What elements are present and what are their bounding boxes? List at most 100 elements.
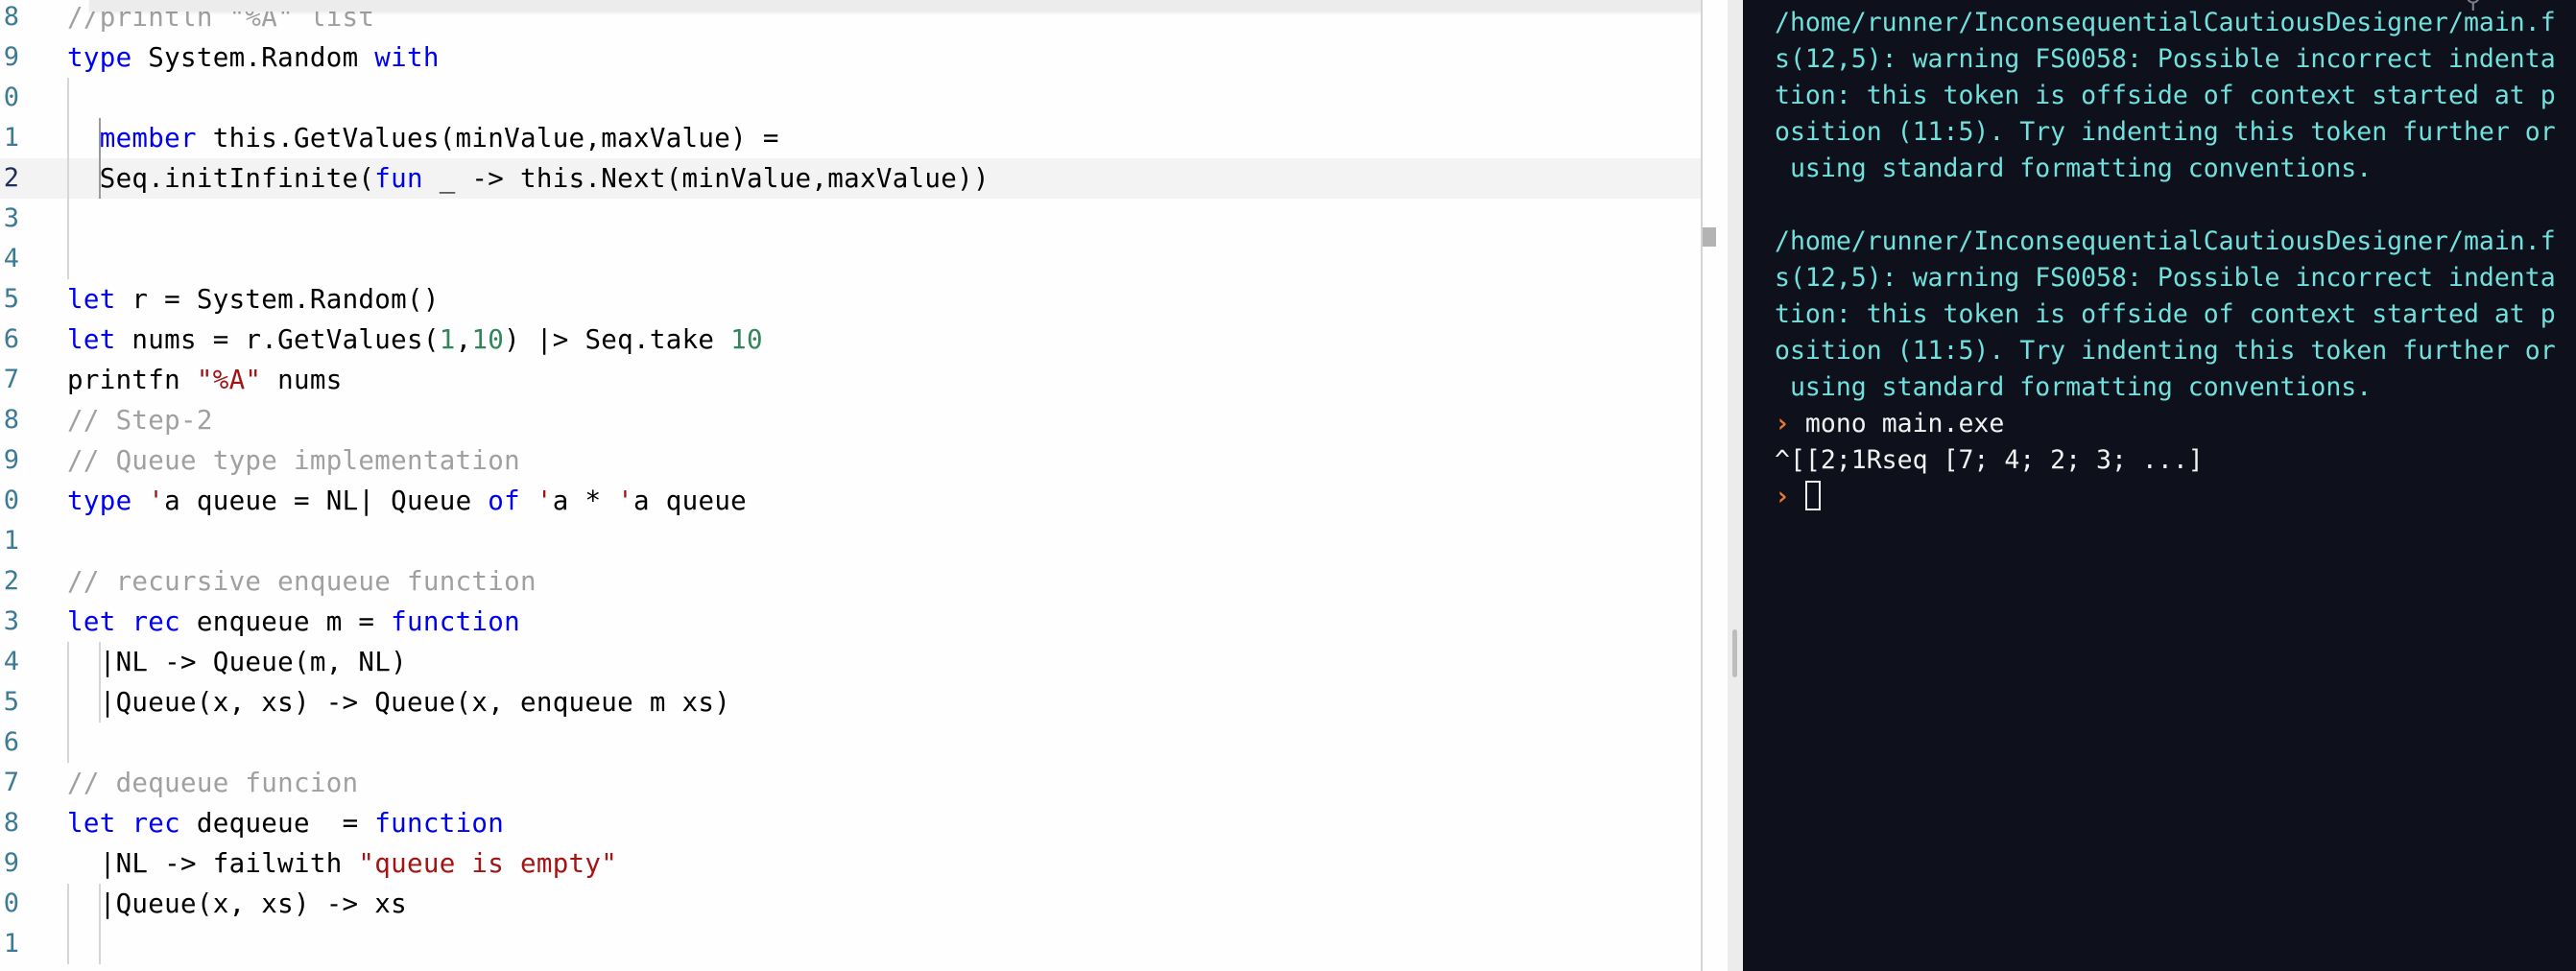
token-kw: fun (374, 163, 423, 194)
token-str: "%A" (196, 365, 262, 395)
code-line[interactable]: 6 let nums = r.GetValues(1,10) |> Seq.tak… (0, 320, 1701, 360)
code-line[interactable]: 9 |NL -> failwith "queue is empty" (0, 843, 1701, 884)
line-text: |Queue(x, xs) -> xs (67, 884, 407, 924)
line-number: 9 (3, 848, 19, 878)
indent-guide (99, 118, 101, 199)
token: nums = r.GetValues( (115, 324, 440, 355)
line-number: 1 (3, 123, 19, 153)
editor-scrollbar-thumb[interactable] (1703, 227, 1716, 247)
line-text: type 'a queue = NL| Queue of 'a * 'a que… (67, 481, 747, 521)
token-kw: type (67, 42, 132, 73)
line-number: 8 (3, 2, 19, 32)
code-line[interactable]: 6 (0, 722, 1701, 763)
editor-overview-ruler[interactable] (1703, 0, 1728, 971)
console-text: s(12,5): warning FS0058: Possible incorr… (1775, 44, 2556, 74)
code-line[interactable]: 9 type System.Random with (0, 37, 1701, 78)
line-text: // Queue type implementation (67, 440, 520, 481)
line-text: let rec enqueue m = function (67, 602, 520, 642)
code-line[interactable]: 9 // Queue type implementation (0, 440, 1701, 481)
sticky-scroll-header (89, 0, 1701, 12)
token: , (455, 324, 472, 355)
code-line[interactable]: 0 type 'a queue = NL| Queue of 'a * 'a qu… (0, 481, 1701, 521)
line-number: 8 (3, 808, 19, 838)
token: a queue = NL| Queue (164, 486, 489, 516)
line-number: 9 (3, 445, 19, 475)
console-line: /home/runner/InconsequentialCautiousDesi… (1775, 5, 2556, 41)
token-tick: ' (536, 486, 553, 516)
token-cmt: // dequeue funcion (67, 768, 359, 798)
token: |NL -> failwith (67, 848, 359, 879)
token-kw: let (67, 808, 116, 839)
prompt-chevron-icon: › (1775, 409, 1805, 438)
console-text: s(12,5): warning FS0058: Possible incorr… (1775, 263, 2556, 293)
line-number: 8 (3, 405, 19, 435)
code-line[interactable]: 3 (0, 199, 1701, 239)
console-line: s(12,5): warning FS0058: Possible incorr… (1775, 41, 2556, 78)
token-num: 1 (439, 324, 456, 355)
code-editor[interactable]: 8//println "%A" list 9 type System.Random … (0, 0, 1703, 971)
code-line[interactable]: 2 // recursive enqueue function (0, 561, 1701, 602)
code-line[interactable]: 3 let rec enqueue m = function (0, 602, 1701, 642)
prompt-chevron-icon: › (1775, 482, 1805, 511)
token-kw: with (374, 42, 440, 73)
token-cmt: // Step-2 (67, 405, 213, 436)
line-text: Seq.initInfinite(fun _ -> this.Next(minV… (67, 158, 990, 199)
token: ) |> Seq.take (504, 324, 731, 355)
token-kw: rec (131, 808, 181, 839)
line-text: // dequeue funcion (67, 763, 358, 803)
console-line: tion: this token is offside of context s… (1775, 296, 2556, 333)
console-line: osition (11:5). Try indenting this token… (1775, 114, 2556, 151)
line-number: 1 (3, 929, 19, 959)
code-line[interactable]: 1 (0, 521, 1701, 561)
line-number: 6 (3, 324, 19, 354)
token: |NL -> Queue(m, NL) (67, 647, 407, 677)
console-line: osition (11:5). Try indenting this token… (1775, 333, 2556, 369)
line-text: let rec dequeue = function (67, 803, 504, 843)
code-line[interactable]: 5 |Queue(x, xs) -> Queue(x, enqueue m xs… (0, 682, 1701, 722)
token: printfn (67, 365, 197, 395)
console-line: › (1775, 479, 1821, 515)
token: |Queue(x, xs) -> Queue(x, enqueue m xs) (67, 687, 731, 718)
code-line[interactable]: 0 |Queue(x, xs) -> xs (0, 884, 1701, 924)
token: enqueue m = (180, 606, 392, 637)
code-line[interactable]: 2 Seq.initInfinite(fun _ -> this.Next(mi… (0, 158, 1701, 199)
console-text: ^[[2;1Rseq [7; 4; 2; 3; ...] (1775, 445, 2204, 475)
pane-split-gutter[interactable] (1728, 0, 1743, 971)
code-line[interactable]: 1 member this.GetValues(minValue,maxValu… (0, 118, 1701, 158)
terminal-cursor[interactable] (1804, 481, 1821, 510)
indent-guide (67, 78, 69, 279)
token: System.Random (131, 42, 375, 73)
line-text: type System.Random with (67, 37, 440, 78)
code-line[interactable]: 1 (0, 924, 1701, 964)
code-line[interactable]: 4 (0, 239, 1701, 279)
line-number: 1 (3, 526, 19, 556)
line-number: 5 (3, 687, 19, 717)
console-panel[interactable]: ⚲ ▬ /home/runner/InconsequentialCautious… (1743, 0, 2576, 971)
line-text: // recursive enqueue function (67, 561, 537, 602)
token: nums (261, 365, 343, 395)
line-text: // Step-2 (67, 400, 213, 440)
line-number: 5 (3, 284, 19, 314)
code-line[interactable]: 7 printfn "%A" nums (0, 360, 1701, 400)
line-text: |NL -> failwith "queue is empty" (67, 843, 617, 884)
console-text: osition (11:5). Try indenting this token… (1775, 336, 2556, 366)
code-line[interactable]: 0 (0, 78, 1701, 118)
resize-handle[interactable] (1732, 629, 1737, 677)
token-str: "queue is empty" (358, 848, 618, 879)
code-line[interactable]: 8 let rec dequeue = function (0, 803, 1701, 843)
line-number: 2 (3, 163, 19, 193)
code-line[interactable]: 7 // dequeue funcion (0, 763, 1701, 803)
token-kw: let (67, 606, 116, 637)
code-line[interactable]: 8 // Step-2 (0, 400, 1701, 440)
code-line[interactable]: 5 let r = System.Random() (0, 279, 1701, 320)
console-text: /home/runner/InconsequentialCautiousDesi… (1775, 8, 2556, 37)
token: a queue (633, 486, 748, 516)
line-number: 3 (3, 606, 19, 636)
line-text: member this.GetValues(minValue,maxValue)… (67, 118, 779, 158)
token: |Queue(x, xs) -> xs (67, 888, 407, 919)
code-line[interactable]: 4 |NL -> Queue(m, NL) (0, 642, 1701, 682)
line-text: |Queue(x, xs) -> Queue(x, enqueue m xs) (67, 682, 730, 722)
token-kw: function (391, 606, 521, 637)
